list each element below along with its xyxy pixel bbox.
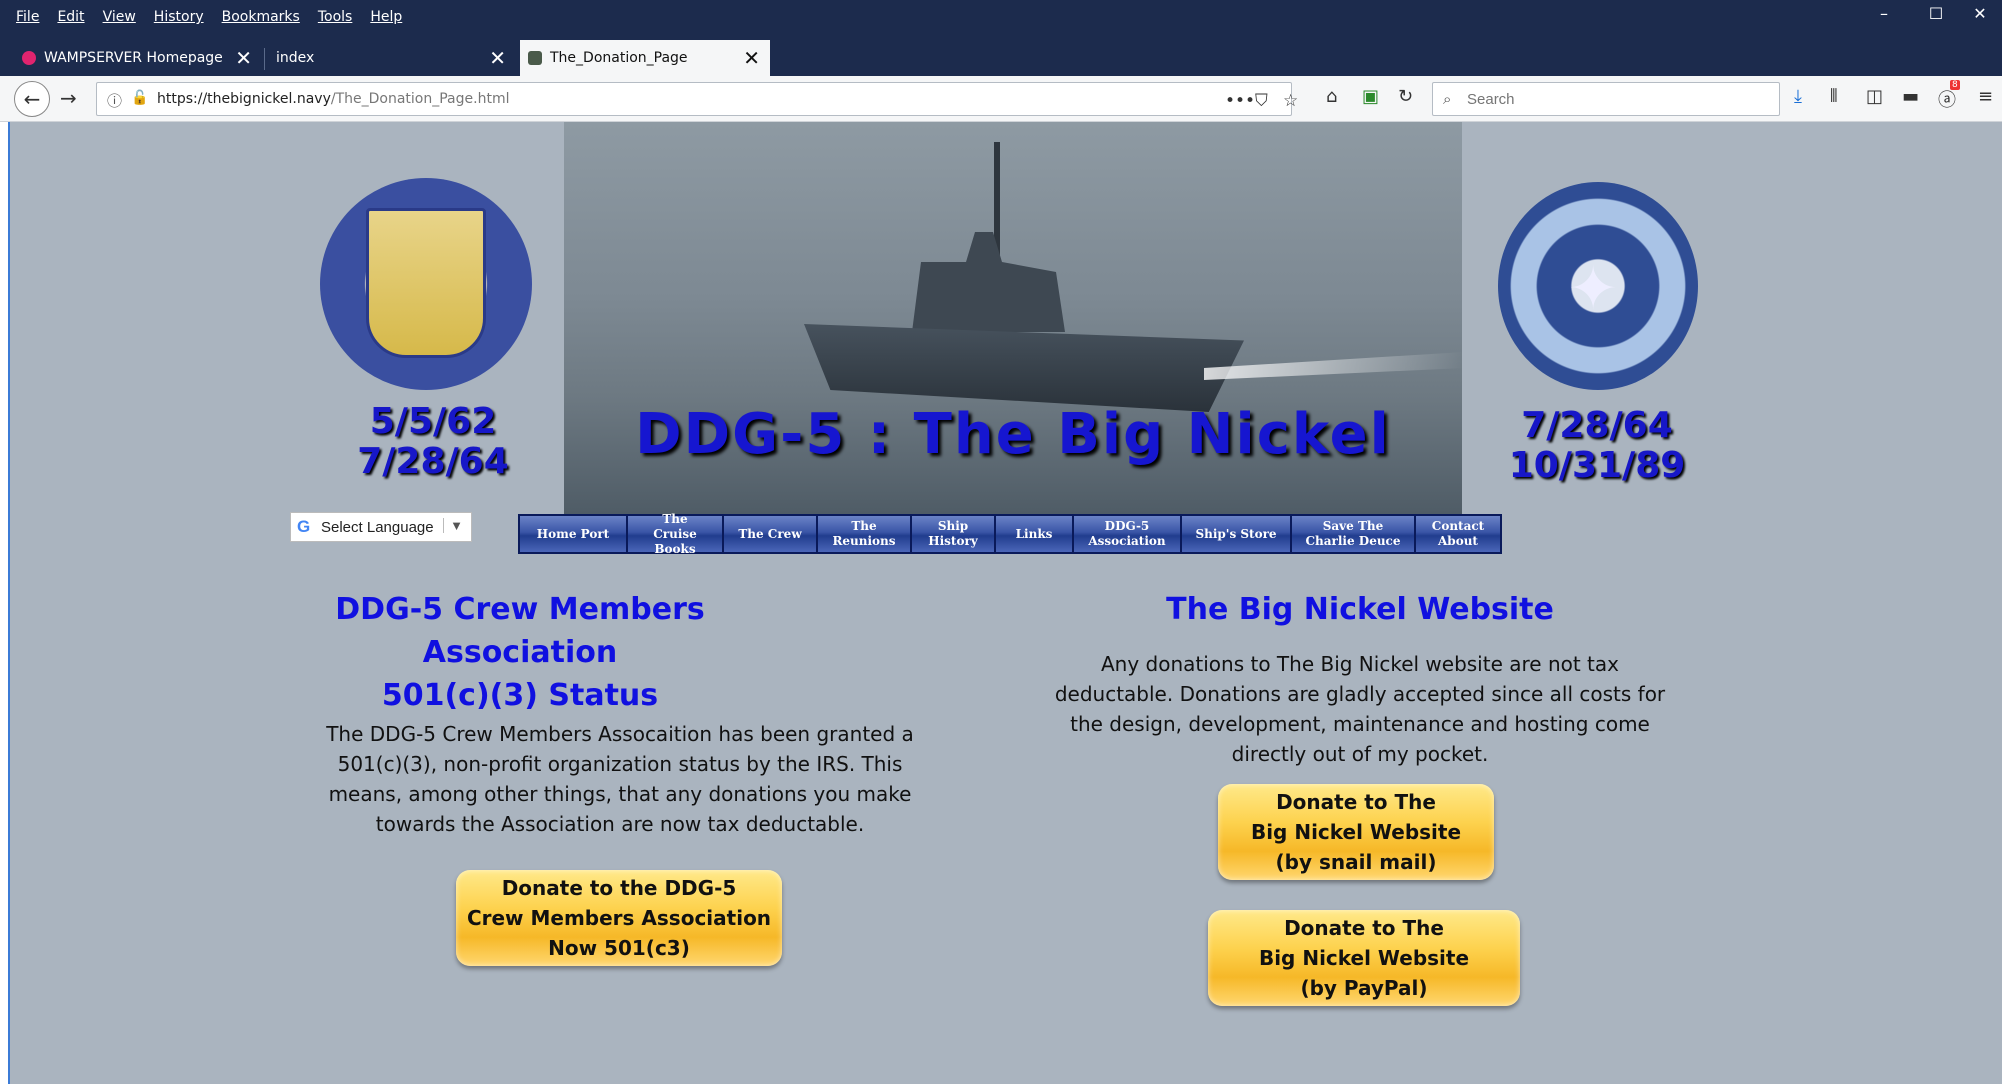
close-tab-icon[interactable]: ✕ (489, 46, 506, 70)
wampserver-favicon-icon (22, 51, 36, 65)
nav-reunions[interactable]: The Reunions (818, 516, 910, 552)
menu-tools[interactable]: Tools (318, 9, 353, 25)
donate-association-button[interactable]: Donate to the DDG-5 Crew Members Associa… (456, 870, 782, 966)
url-text: https://thebignickel.navy/The_Donation_P… (157, 91, 509, 107)
left-date-1: 5/5/62 (369, 401, 497, 442)
association-heading: DDG-5 Crew Members Association 501(c)(3)… (335, 592, 705, 713)
nav-ship-history[interactable]: Ship History (912, 516, 994, 552)
right-date-2: 10/31/89 (1508, 445, 1686, 486)
url-bar[interactable]: ⓘ 🔓 https://thebignickel.navy/The_Donati… (96, 82, 1298, 116)
window-left-edge (0, 122, 10, 1084)
tab-index[interactable]: index ✕ (266, 40, 516, 76)
page-actions-icon[interactable]: ••• (1225, 91, 1255, 111)
menu-items: File Edit View History Bookmarks Tools H… (16, 9, 402, 25)
ship-banner: DDG-5 : The Big Nickel (564, 122, 1462, 514)
search-box[interactable]: ⌕ (1432, 82, 1780, 116)
page-favicon-icon (528, 51, 542, 65)
nav-links[interactable]: Links (996, 516, 1072, 552)
tab-title: index (276, 50, 315, 66)
menu-history[interactable]: History (154, 9, 204, 25)
menu-bar: File Edit View History Bookmarks Tools H… (0, 0, 2002, 36)
association-text: The DDG-5 Crew Members Assocaition has b… (326, 722, 914, 836)
close-tab-icon[interactable]: ✕ (743, 46, 760, 70)
nav-home-port[interactable]: Home Port (520, 516, 626, 552)
tab-separator (264, 48, 265, 70)
bookmark-star-icon[interactable]: ☆ (1283, 91, 1298, 111)
lock-warning-icon[interactable]: 🔓 (131, 90, 148, 106)
sidebar-icon[interactable]: ◫ (1866, 86, 1883, 107)
left-dates: 5/5/62 7/28/64 (328, 402, 538, 482)
home-icon[interactable]: ⌂ (1326, 86, 1337, 107)
library-icon[interactable]: ⫴ (1830, 86, 1838, 107)
uss-biddle-emblem (320, 178, 532, 390)
tab-wampserver[interactable]: WAMPSERVER Homepage ✕ (14, 40, 262, 76)
google-g-icon: G (297, 517, 311, 536)
extension-icon[interactable]: ▬ (1902, 86, 1919, 107)
info-icon[interactable]: ⓘ (107, 90, 122, 111)
left-date-2: 7/28/64 (357, 441, 509, 482)
nav-save-charlie-deuce[interactable]: Save The Charlie Deuce (1292, 516, 1414, 552)
ship-wake (1204, 352, 1462, 380)
pocket-icon[interactable]: ⛉ (1255, 91, 1268, 111)
ship-superstructure (912, 232, 1065, 332)
banner-title: DDG-5 : The Big Nickel (635, 402, 1391, 467)
emblem-shield (366, 208, 486, 358)
nav-the-crew[interactable]: The Crew (724, 516, 816, 552)
tab-title: WAMPSERVER Homepage (44, 50, 223, 66)
navigation-toolbar: ← → ⓘ 🔓 https://thebignickel.navy/The_Do… (0, 76, 2002, 122)
forward-arrow-icon[interactable]: → (60, 86, 77, 110)
nav-contact-about[interactable]: Contact About (1416, 516, 1500, 552)
nav-ships-store[interactable]: Ship's Store (1182, 516, 1290, 552)
tab-bar: WAMPSERVER Homepage ✕ index ✕ The_Donati… (0, 36, 2002, 102)
reload-icon[interactable]: ↻ (1398, 86, 1413, 107)
translate-label: Select Language (321, 519, 434, 536)
tab-title: The_Donation_Page (550, 50, 688, 66)
close-tab-icon[interactable]: ✕ (235, 46, 252, 70)
dropdown-arrow-icon: ▼ (443, 518, 463, 533)
menu-edit[interactable]: Edit (57, 9, 84, 25)
screenshot-icon[interactable]: ▣ (1362, 86, 1379, 107)
notification-badge: 8 (1950, 80, 1960, 90)
donate-paypal-button[interactable]: Donate to The Big Nickel Website (by Pay… (1208, 910, 1520, 1006)
menu-help[interactable]: Help (370, 9, 402, 25)
right-date-1: 7/28/64 (1521, 405, 1673, 446)
nav-ddg5-association[interactable]: DDG-5 Association (1074, 516, 1180, 552)
hamburger-menu-icon[interactable]: ≡ (1978, 86, 1993, 107)
menu-view[interactable]: View (103, 9, 136, 25)
downloads-icon[interactable]: ⤓ (1794, 86, 1802, 107)
search-icon: ⌕ (1443, 90, 1452, 108)
google-translate-select[interactable]: G Select Language ▼ (290, 512, 472, 542)
page-content: 5/5/62 7/28/64 DDG-5 : The Big Nickel ✦ … (10, 122, 2002, 1084)
right-dates: 7/28/64 10/31/89 (1492, 406, 1702, 486)
close-window-icon[interactable]: ✕ (1958, 4, 2002, 23)
search-input[interactable] (1467, 89, 1767, 109)
website-text: Any donations to The Big Nickel website … (1054, 652, 1666, 766)
nav-cruise-books[interactable]: The Cruise Books (628, 512, 722, 556)
url-domain: https://thebignickel.navy (157, 91, 331, 107)
uss-claude-v-ricketts-emblem: ✦ (1498, 182, 1698, 390)
url-path: /The_Donation_Page.html (330, 91, 510, 107)
donate-snail-mail-button[interactable]: Donate to The Big Nickel Website (by sna… (1218, 784, 1494, 880)
menu-bookmarks[interactable]: Bookmarks (222, 9, 300, 25)
tab-donation-page[interactable]: The_Donation_Page ✕ (520, 40, 770, 76)
menu-file[interactable]: File (16, 9, 39, 25)
minimize-icon[interactable]: – (1862, 4, 1906, 23)
maximize-icon[interactable]: ☐ (1914, 4, 1958, 23)
website-heading: The Big Nickel Website (1166, 592, 1554, 627)
amazon-extension-icon[interactable]: ⓐ 8 (1938, 80, 1960, 112)
site-nav-menu: Home Port The Cruise Books The Crew The … (518, 512, 1502, 556)
back-arrow-icon[interactable]: ← (14, 81, 50, 117)
compass-star-icon: ✦ (1568, 254, 1619, 324)
